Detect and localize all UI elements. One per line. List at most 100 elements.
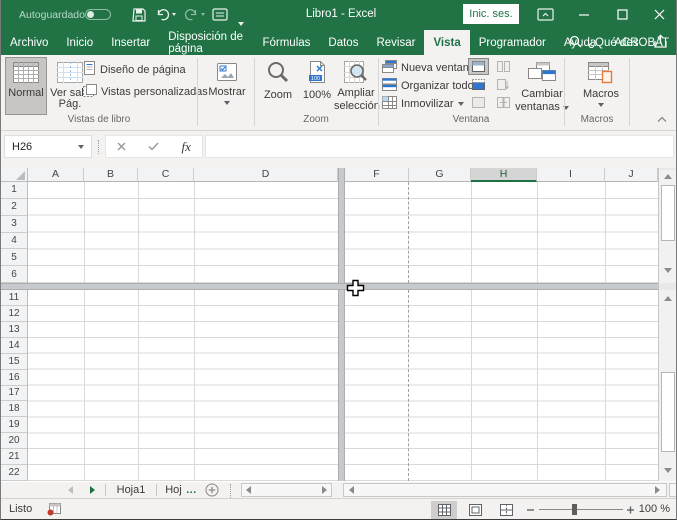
column-header-I[interactable]: I: [537, 168, 605, 182]
cancel-icon[interactable]: [117, 138, 126, 156]
new-sheet-button[interactable]: [204, 482, 220, 498]
close-button[interactable]: [642, 0, 676, 28]
unhide-window-button[interactable]: [469, 95, 488, 110]
insert-function-button[interactable]: fx: [182, 139, 191, 155]
scrollbar-horizontal-right[interactable]: [343, 483, 667, 497]
horizontal-split-bar[interactable]: [1, 283, 658, 290]
custom-views-button[interactable]: Vistas personalizadas: [83, 84, 208, 99]
redo-button[interactable]: [184, 8, 205, 21]
maximize-button[interactable]: [605, 0, 639, 28]
arrange-all-button[interactable]: Organizar todo: [382, 78, 474, 93]
column-header-C[interactable]: C: [138, 168, 194, 182]
minimize-button[interactable]: [567, 0, 601, 28]
name-box[interactable]: H26: [4, 135, 92, 158]
tab-programador[interactable]: Programador: [470, 30, 555, 55]
view-page-break-button[interactable]: [493, 501, 519, 519]
scrollbar-thumb-top[interactable]: [661, 185, 675, 241]
column-header-D[interactable]: D: [194, 168, 338, 182]
row-header-18[interactable]: 18: [1, 401, 28, 417]
row-header-15[interactable]: 15: [1, 354, 28, 370]
tab-disposici-n-de-p-gina[interactable]: Disposición de página: [159, 30, 253, 55]
zoom-out-button[interactable]: [526, 504, 535, 518]
column-header-F[interactable]: F: [345, 168, 409, 182]
save-icon[interactable]: [132, 8, 146, 27]
row-header-3[interactable]: 3: [1, 216, 28, 233]
row-header-11[interactable]: 11: [1, 290, 28, 306]
scroll-down-top-button[interactable]: [659, 264, 677, 277]
tell-me-search[interactable]: ¿Qué des: [569, 30, 639, 55]
row-header-5[interactable]: 5: [1, 249, 28, 266]
pane-bottom-left[interactable]: [28, 290, 338, 481]
scrollbar-thumb-bottom[interactable]: [661, 372, 675, 452]
record-macro-icon[interactable]: [47, 503, 61, 519]
column-header-H[interactable]: H: [471, 168, 537, 182]
row-header-12[interactable]: 12: [1, 306, 28, 322]
scroll-down-bottom-button[interactable]: [659, 464, 677, 477]
view-page-layout-button[interactable]: [462, 501, 488, 519]
tab-datos[interactable]: Datos: [319, 30, 367, 55]
zoom-slider-thumb[interactable]: [572, 504, 577, 515]
zoom-slider-track[interactable]: [539, 509, 623, 510]
sheet-nav-right-button[interactable]: [83, 482, 101, 498]
scroll-left-pane2-button[interactable]: [345, 482, 357, 498]
pane-bottom-right[interactable]: [345, 290, 658, 481]
scroll-right-pane1-button[interactable]: [318, 482, 330, 498]
row-header-1[interactable]: 1: [1, 182, 28, 199]
tab-archivo[interactable]: Archivo: [1, 30, 57, 55]
new-window-button[interactable]: Nueva ventana: [382, 60, 475, 75]
row-header-17[interactable]: 17: [1, 386, 28, 402]
reset-window-position-button[interactable]: [494, 95, 513, 110]
tab-scroll-splitter[interactable]: [230, 484, 231, 498]
page-layout-button[interactable]: Diseño de página: [83, 62, 186, 77]
scroll-right-pane2-button[interactable]: [651, 482, 663, 498]
scroll-up-top-button[interactable]: [659, 170, 677, 183]
column-header-G[interactable]: G: [409, 168, 471, 182]
sheet-tab-hoja2[interactable]: Hoj …: [159, 482, 203, 498]
row-header-13[interactable]: 13: [1, 322, 28, 338]
row-header-2[interactable]: 2: [1, 199, 28, 216]
zoom-100-button[interactable]: 100 100%: [299, 58, 335, 114]
row-header-6[interactable]: 6: [1, 266, 28, 283]
autosave-toggle[interactable]: [85, 9, 111, 20]
collapse-ribbon-button[interactable]: [653, 112, 671, 126]
row-header-20[interactable]: 20: [1, 433, 28, 449]
undo-button[interactable]: [155, 8, 176, 21]
switch-windows-button[interactable]: Cambiar ventanas: [521, 58, 563, 120]
pane-top-right[interactable]: [345, 182, 658, 283]
normal-view-button[interactable]: Normal: [6, 58, 46, 114]
tab-vista[interactable]: Vista: [424, 30, 469, 55]
view-normal-button[interactable]: [431, 501, 457, 519]
sheet-tab-hoja1[interactable]: Hoja1: [107, 482, 155, 498]
column-header-A[interactable]: A: [28, 168, 84, 182]
column-header-J[interactable]: J: [605, 168, 658, 182]
tab-inicio[interactable]: Inicio: [57, 30, 102, 55]
scroll-left-pane1-button[interactable]: [242, 482, 254, 498]
enter-icon[interactable]: [148, 138, 159, 156]
pane-top-left[interactable]: [28, 182, 338, 283]
column-header-B[interactable]: B: [84, 168, 138, 182]
ribbon-display-options-icon[interactable]: [537, 8, 554, 26]
zoom-in-button[interactable]: [626, 504, 635, 518]
row-header-14[interactable]: 14: [1, 338, 28, 354]
row-header-21[interactable]: 21: [1, 449, 28, 465]
split-button[interactable]: [469, 59, 488, 74]
formula-bar-handle[interactable]: [98, 140, 99, 154]
formula-input[interactable]: [205, 135, 674, 158]
share-icon[interactable]: [653, 34, 668, 54]
sign-in-button[interactable]: Inic. ses.: [463, 4, 519, 24]
freeze-panes-button[interactable]: Inmovilizar: [382, 96, 464, 111]
row-header-4[interactable]: 4: [1, 233, 28, 250]
scroll-up-bottom-button[interactable]: [659, 292, 677, 305]
hide-window-button[interactable]: [469, 77, 488, 92]
tab-f-rmulas[interactable]: Fórmulas: [253, 30, 319, 55]
view-side-by-side-button[interactable]: [494, 59, 513, 74]
row-header-19[interactable]: 19: [1, 417, 28, 433]
qat-customize-caret-icon[interactable]: [238, 13, 244, 31]
zoom-button[interactable]: Zoom: [258, 58, 298, 114]
vertical-split-bar[interactable]: [338, 168, 345, 481]
tab-insertar[interactable]: Insertar: [102, 30, 159, 55]
show-button[interactable]: Mostrar: [204, 58, 250, 120]
select-all-corner[interactable]: [1, 168, 28, 182]
row-header-16[interactable]: 16: [1, 370, 28, 386]
macros-button[interactable]: Macros: [579, 58, 623, 120]
